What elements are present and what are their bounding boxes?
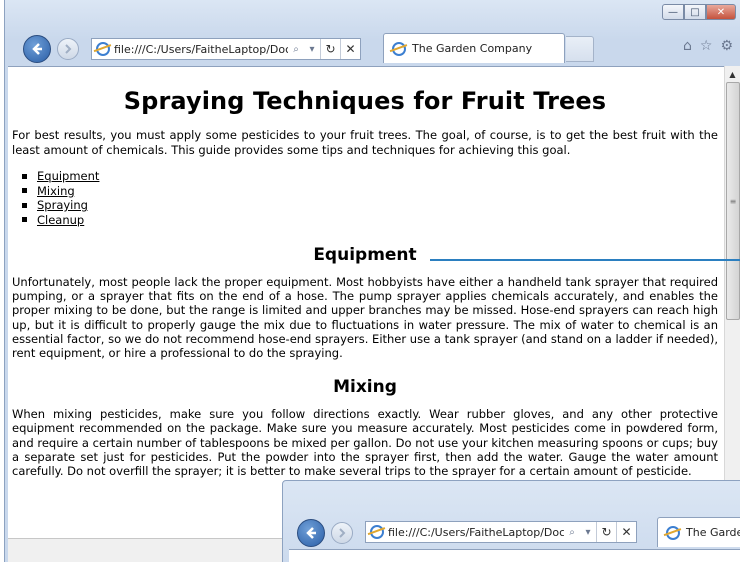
overlay-back-button[interactable] (297, 519, 325, 547)
stop-icon[interactable]: ✕ (340, 39, 360, 59)
page-content: Spraying Techniques for Fruit Trees For … (8, 87, 724, 478)
toc-link-spraying[interactable]: Spraying (37, 198, 88, 213)
dropdown-icon[interactable]: ▾ (304, 39, 320, 59)
toc-link-cleanup[interactable]: Cleanup (37, 213, 84, 228)
scroll-up-icon[interactable]: ▲ (725, 66, 740, 82)
maximize-button[interactable]: □ (684, 4, 706, 20)
overlay-address-bar[interactable]: file:///C:/Users/FaitheLaptop/Docum ⌕ ▾ … (365, 521, 637, 543)
toc-item: Equipment (22, 169, 718, 184)
home-icon[interactable]: ⌂ (683, 38, 692, 54)
address-bar[interactable]: file:///C:/Users/FaitheLaptop/Docum ⌕ ▾ … (91, 38, 361, 60)
window-caption-buttons: — □ ✕ (662, 4, 736, 20)
new-tab-button[interactable] (566, 36, 594, 62)
tab-ie-icon (392, 41, 406, 56)
ie-logo-icon (370, 525, 384, 539)
overlay-address-url[interactable]: file:///C:/Users/FaitheLaptop/Docum (388, 526, 564, 539)
bullet-icon (22, 173, 27, 179)
forward-button[interactable] (57, 38, 79, 60)
browser-toolbar-icons: ⌂ ☆ ⚙ (683, 38, 733, 54)
refresh-icon[interactable]: ↻ (320, 39, 340, 59)
overlay-forward-button[interactable] (331, 522, 353, 544)
overlay-browser-window: file:///C:/Users/FaitheLaptop/Docum ⌕ ▾ … (282, 480, 740, 562)
section-body-mixing: When mixing pesticides, make sure you fo… (12, 407, 718, 479)
intro-paragraph: For best results, you must apply some pe… (12, 128, 718, 157)
minimize-button[interactable]: — (662, 4, 684, 20)
table-of-contents: Equipment Mixing Spraying Cleanup (22, 169, 718, 227)
stop-icon[interactable]: ✕ (616, 522, 636, 542)
overlay-tab[interactable]: The Garden (657, 517, 740, 547)
toc-link-mixing[interactable]: Mixing (37, 184, 75, 199)
forward-arrow-icon (339, 528, 346, 538)
bullet-icon (22, 202, 27, 208)
scroll-thumb[interactable]: ≡ (726, 82, 740, 320)
back-arrow-icon (306, 527, 316, 539)
overlay-page-viewport (289, 549, 740, 562)
address-url[interactable]: file:///C:/Users/FaitheLaptop/Docum (114, 43, 288, 56)
callout-line (430, 259, 740, 261)
ie-logo-icon (96, 42, 110, 56)
toc-link-equipment[interactable]: Equipment (37, 169, 99, 184)
search-icon[interactable]: ⌕ (564, 522, 580, 542)
tab-ie-icon (666, 525, 680, 540)
forward-arrow-icon (65, 44, 72, 54)
refresh-icon[interactable]: ↻ (596, 522, 616, 542)
overlay-tab-title: The Garden (686, 526, 740, 539)
toc-item: Cleanup (22, 213, 718, 228)
bullet-icon (22, 217, 27, 223)
page-title: Spraying Techniques for Fruit Trees (123, 87, 607, 115)
bullet-icon (22, 188, 27, 194)
section-heading-equipment: Equipment (313, 245, 417, 265)
tab-title: The Garden Company (412, 42, 533, 55)
favorites-star-icon[interactable]: ☆ (700, 38, 713, 54)
tools-gear-icon[interactable]: ⚙ (720, 38, 733, 54)
toc-item: Mixing (22, 184, 718, 199)
search-icon[interactable]: ⌕ (288, 39, 304, 59)
page-viewport: Spraying Techniques for Fruit Trees For … (8, 66, 724, 538)
close-button[interactable]: ✕ (706, 4, 736, 20)
back-button[interactable] (23, 35, 51, 63)
back-arrow-icon (32, 43, 42, 55)
section-heading-mixing: Mixing (333, 377, 397, 398)
section-body-equipment: Unfortunately, most people lack the prop… (12, 275, 718, 361)
tab-active[interactable]: The Garden Company (383, 33, 565, 63)
toc-item: Spraying (22, 198, 718, 213)
vertical-scrollbar[interactable]: ▲ ≡ (724, 66, 740, 538)
dropdown-icon[interactable]: ▾ (580, 522, 596, 542)
